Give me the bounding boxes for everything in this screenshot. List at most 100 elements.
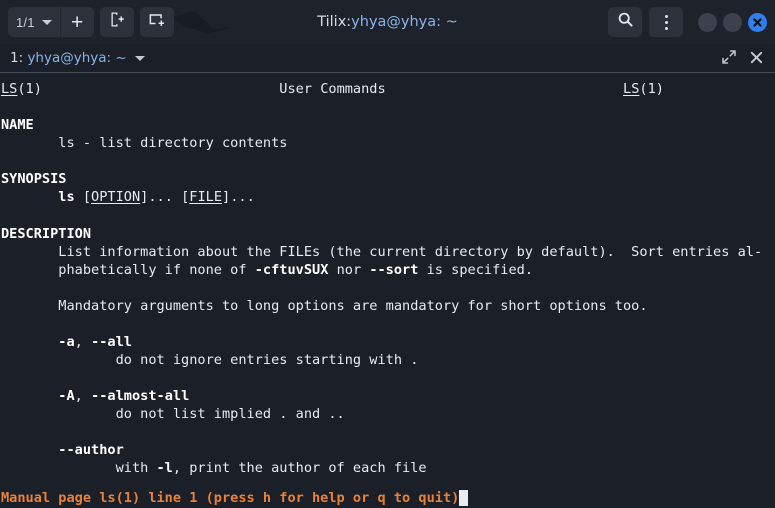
- add-session-button[interactable]: [139, 7, 174, 37]
- chevron-down-icon: [41, 19, 52, 25]
- terminal-text: NAME: [1, 117, 34, 134]
- terminal-line: do not list implied . and ..: [1, 405, 775, 423]
- terminal-line: DESCRIPTION: [1, 225, 775, 243]
- terminal-line: List information about the FILEs (the cu…: [1, 243, 775, 261]
- terminal-text: --author: [58, 442, 124, 459]
- terminal-text: OPTION: [91, 189, 141, 206]
- terminal-line: phabetically if none of -cftuvSUX nor --…: [1, 261, 775, 279]
- window-titlebar: 1/1 + Tilix: yhya@yhya: ~: [0, 0, 775, 44]
- terminal-text: phabetically if none of: [1, 261, 255, 278]
- terminal-text: ,: [74, 333, 92, 350]
- terminal-text: --almost-all: [91, 388, 190, 405]
- titlebar-right-controls: [608, 7, 775, 37]
- kebab-menu-icon: [664, 14, 668, 30]
- terminal-text: List information about the FILEs (the cu…: [1, 243, 763, 260]
- terminal-text: LS: [623, 81, 640, 97]
- terminal-pane[interactable]: LS(1) User Commands LS(1) NAME ls - list …: [0, 73, 775, 508]
- session-selector-button[interactable]: 1/1: [8, 7, 60, 37]
- search-icon: [617, 11, 634, 33]
- window-title-path: yhya@yhya: ~: [351, 14, 458, 30]
- tilix-window: 1/1 + Tilix: yhya@yhya: ~ 1: yhya@yhya: …: [0, 0, 775, 508]
- terminal-line: with -l, print the author of each file: [1, 459, 775, 477]
- terminal-text: do not ignore entries starting with .: [1, 351, 419, 368]
- close-icon[interactable]: [750, 49, 763, 68]
- new-tab-button[interactable]: +: [59, 7, 94, 37]
- terminal-text: User Commands: [41, 81, 624, 97]
- terminal-cursor: [459, 489, 469, 506]
- terminal-text: is specified.: [418, 261, 533, 278]
- terminal-text: -cftuvSUX: [254, 261, 329, 278]
- session-selector-label: 1/1: [16, 14, 35, 30]
- terminal-text: Mandatory arguments to long options are …: [1, 297, 648, 314]
- terminal-text: , print the author of each file: [172, 460, 427, 477]
- minimize-button[interactable]: [698, 12, 717, 32]
- close-icon: [752, 17, 763, 28]
- terminal-text: LS: [1, 81, 18, 97]
- close-button[interactable]: [748, 12, 767, 32]
- chevron-down-icon[interactable]: [134, 55, 145, 61]
- terminal-text: DESCRIPTION: [1, 225, 92, 242]
- terminal-text: ]...: [222, 189, 255, 206]
- plus-icon: +: [71, 10, 84, 34]
- terminal-text: --all: [91, 333, 132, 350]
- tab-bar-actions: [722, 49, 767, 68]
- tab-label-prefix: 1:: [10, 50, 28, 66]
- terminal-output: LS(1) User Commands LS(1) NAME ls - list …: [0, 80, 775, 477]
- terminal-text: (1): [17, 81, 42, 97]
- man-status-text: Manual page ls(1) line 1 (press h for he…: [1, 489, 460, 506]
- terminal-text: -l: [156, 460, 173, 477]
- tab-bar: 1: yhya@yhya: ~: [0, 44, 775, 73]
- add-session-icon: [148, 12, 166, 33]
- man-status-line: Manual page ls(1) line 1 (press h for he…: [0, 487, 775, 508]
- terminal-line: NAME: [1, 116, 775, 134]
- terminal-text: ]... [: [140, 189, 190, 206]
- window-controls: [698, 12, 767, 32]
- titlebar-left-controls: 1/1 +: [0, 7, 174, 37]
- new-terminal-icon: [109, 11, 125, 33]
- tab-label-title: yhya@yhya: ~: [27, 50, 127, 66]
- search-button[interactable]: [608, 7, 642, 37]
- app-menu-button[interactable]: [649, 7, 683, 37]
- terminal-line: do not ignore entries starting with .: [1, 351, 775, 369]
- terminal-line: SYNOPSIS: [1, 170, 775, 188]
- terminal-text: do not list implied . and ..: [1, 406, 345, 423]
- terminal-line: ls - list directory contents: [1, 134, 775, 152]
- terminal-text: -a: [58, 333, 75, 350]
- terminal-text: with: [1, 460, 157, 477]
- terminal-line: Mandatory arguments to long options are …: [1, 297, 775, 315]
- terminal-text: [: [74, 189, 92, 206]
- terminal-line: -a, --all: [1, 333, 775, 351]
- expand-icon[interactable]: [722, 49, 736, 68]
- terminal-text: FILE: [189, 189, 223, 206]
- maximize-button[interactable]: [723, 12, 742, 32]
- terminal-line: ls [OPTION]... [FILE]...: [1, 188, 775, 206]
- window-title-prefix: Tilix:: [317, 14, 352, 30]
- terminal-text: ls - list directory contents: [1, 135, 288, 152]
- terminal-text: --sort: [369, 261, 419, 278]
- session-button-group: 1/1 +: [8, 7, 94, 37]
- terminal-line: LS(1) User Commands LS(1): [1, 80, 775, 98]
- new-terminal-button[interactable]: [99, 7, 134, 37]
- terminal-text: SYNOPSIS: [1, 171, 67, 188]
- tab-label: 1: yhya@yhya: ~: [10, 50, 127, 66]
- terminal-text: -A: [58, 388, 75, 405]
- terminal-text: (1): [639, 81, 664, 97]
- terminal-line: --author: [1, 441, 775, 459]
- terminal-text: ls: [58, 189, 75, 206]
- tab-terminal-1[interactable]: 1: yhya@yhya: ~: [6, 50, 149, 66]
- terminal-text: nor: [328, 261, 370, 278]
- terminal-text: ,: [74, 388, 92, 405]
- terminal-line: -A, --almost-all: [1, 387, 775, 405]
- titlebar-decoration: [172, 11, 232, 34]
